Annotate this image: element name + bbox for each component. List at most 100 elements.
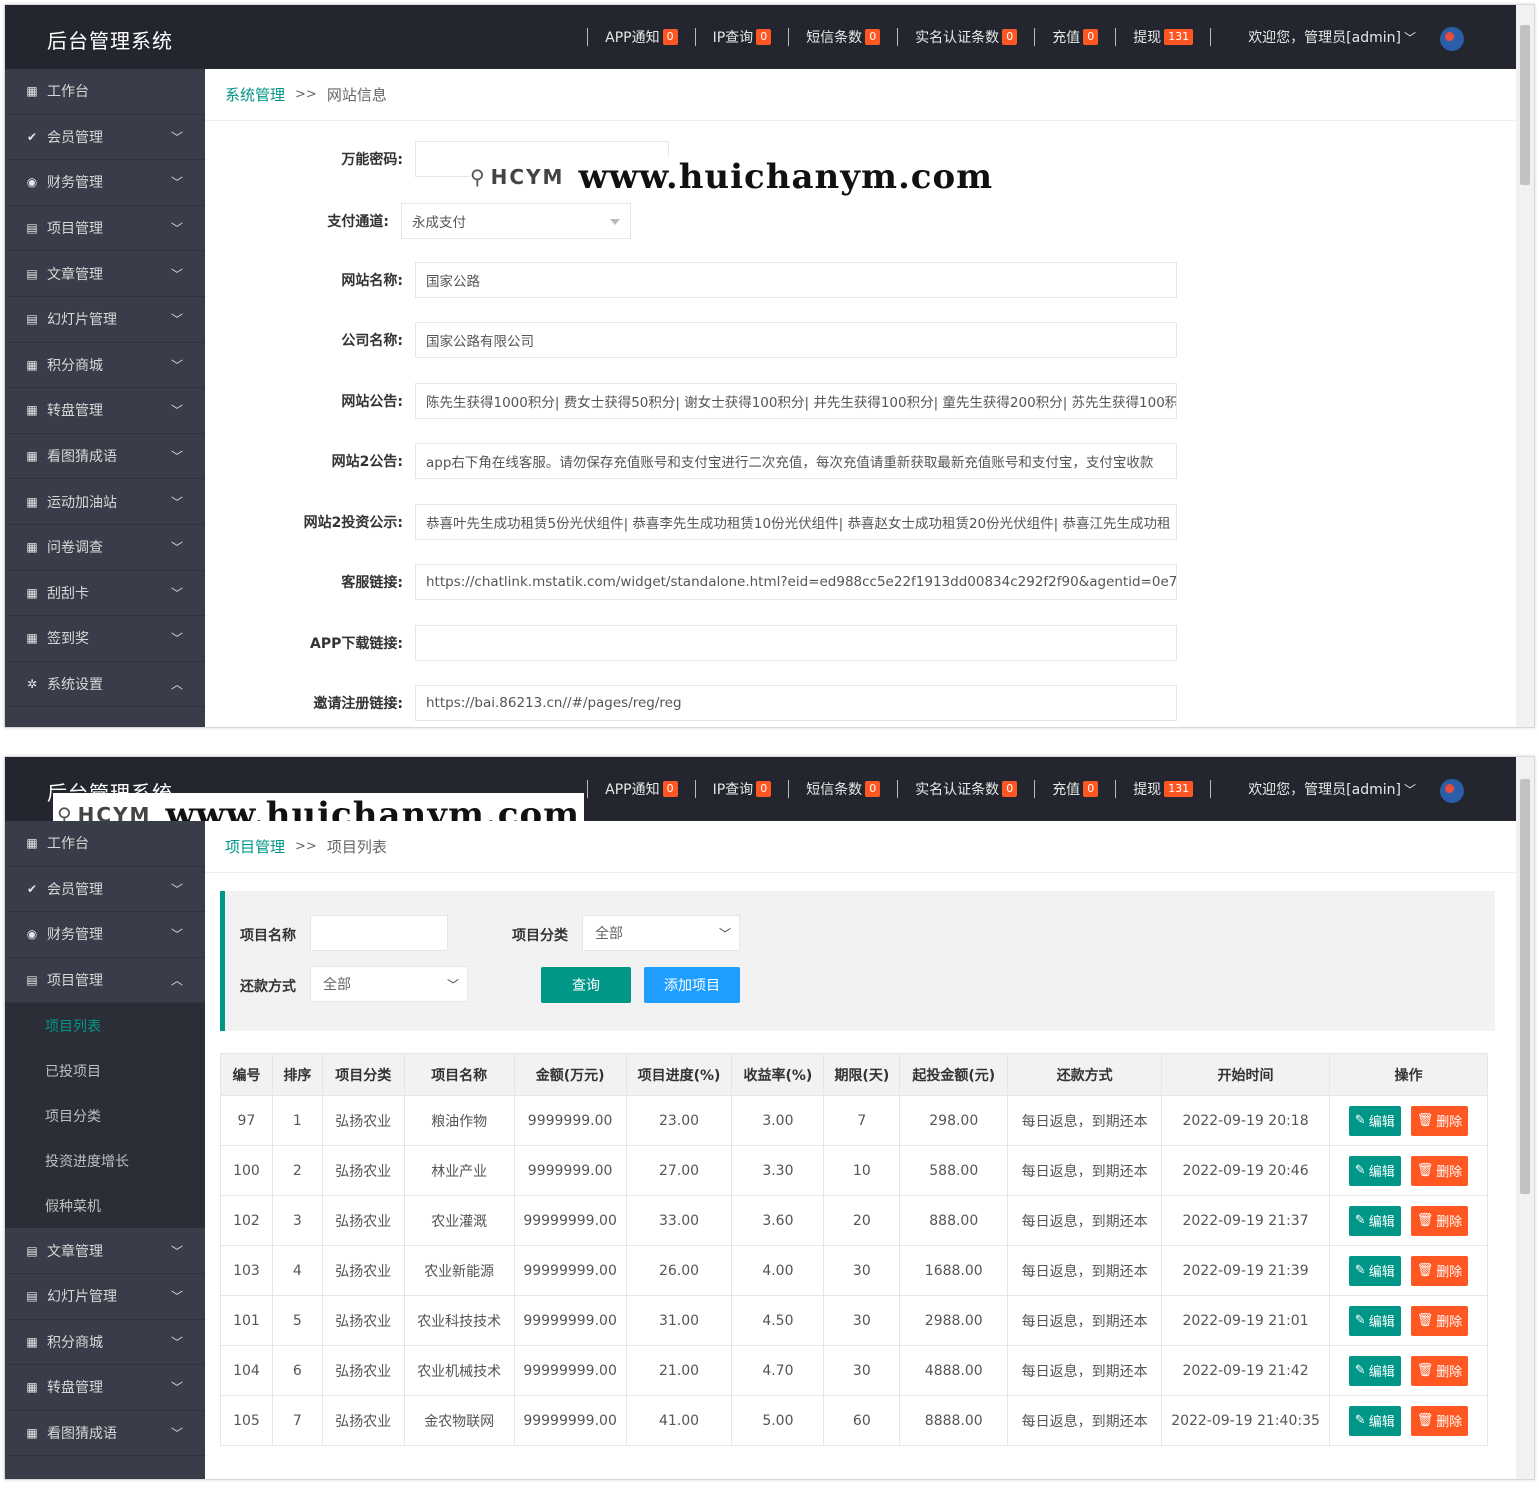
- invite-link-input[interactable]: https://bai.86213.cn//#/pages/reg/reg: [415, 685, 1177, 721]
- sidebar-item[interactable]: ▦ 工作台: [5, 821, 205, 867]
- col-amount[interactable]: 金额(万元): [513, 1053, 627, 1096]
- nav-app-notify[interactable]: APP通知 0: [605, 779, 678, 799]
- nav-ip-query[interactable]: IP查询 0: [713, 779, 772, 799]
- table-cell: 2022-09-19 21:37: [1161, 1195, 1331, 1246]
- sidebar-item[interactable]: ▦ 转盘管理 ﹀: [5, 1365, 205, 1411]
- project-category-select[interactable]: 全部 ﹀: [582, 915, 740, 951]
- edit-button[interactable]: ✎ 编辑: [1348, 1105, 1401, 1136]
- col-name[interactable]: 项目名称: [403, 1053, 515, 1096]
- chevron-down-icon: ﹀: [170, 449, 183, 464]
- sidebar-item[interactable]: ▤ 项目管理 ︿: [5, 958, 205, 1004]
- sidebar-item-label: 财务管理: [47, 175, 103, 192]
- col-sort[interactable]: 排序: [271, 1053, 323, 1096]
- nav-withdraw[interactable]: 提现 131: [1133, 27, 1194, 47]
- payment-channel-select[interactable]: 永成支付: [401, 203, 631, 239]
- sidebar-item[interactable]: ✲ 系统设置 ︿: [5, 662, 205, 708]
- delete-button[interactable]: 🗑 删除: [1410, 1205, 1469, 1236]
- trash-icon: 🗑: [1416, 1413, 1434, 1428]
- sidebar-item-label: 积分商城: [47, 1334, 103, 1351]
- breadcrumb-parent[interactable]: 系统管理: [225, 84, 285, 105]
- scrollbar[interactable]: [1516, 757, 1534, 1479]
- table-cell: 8888.00: [899, 1395, 1009, 1446]
- query-button[interactable]: 查询: [541, 967, 631, 1003]
- nav-realname-count[interactable]: 实名认证条数 0: [915, 779, 1018, 799]
- sidebar-item[interactable]: ▦ 积分商城 ﹀: [5, 343, 205, 389]
- avatar[interactable]: [1440, 27, 1464, 51]
- chevron-down-icon: ﹀: [170, 882, 183, 897]
- sidebar-item[interactable]: ▦ 运动加油站 ﹀: [5, 479, 205, 525]
- sidebar-item[interactable]: ✔ 会员管理 ﹀: [5, 867, 205, 913]
- col-progress[interactable]: 项目进度(%): [625, 1053, 733, 1096]
- delete-button[interactable]: 🗑 删除: [1410, 1405, 1469, 1436]
- count-badge: 0: [662, 29, 678, 45]
- col-repay[interactable]: 还款方式: [1007, 1053, 1163, 1096]
- sidebar-item-label: 幻灯片管理: [47, 1289, 117, 1306]
- edit-button[interactable]: ✎ 编辑: [1348, 1155, 1401, 1186]
- submenu-item[interactable]: 已投项目: [5, 1048, 205, 1093]
- table-cell: 农业科技技术: [403, 1295, 515, 1346]
- submenu-item[interactable]: 项目分类: [5, 1093, 205, 1138]
- edit-button[interactable]: ✎ 编辑: [1348, 1355, 1401, 1386]
- sidebar-item[interactable]: ▤ 项目管理 ﹀: [5, 206, 205, 252]
- sidebar-item[interactable]: ▦ 看图猜成语 ﹀: [5, 434, 205, 480]
- col-min-invest[interactable]: 起投金额(元): [899, 1053, 1009, 1096]
- col-term[interactable]: 期限(天): [823, 1053, 901, 1096]
- form-row-payment-channel: 支付通道: 永成支付: [205, 203, 631, 239]
- count-badge: 131: [1164, 29, 1194, 45]
- sidebar-item[interactable]: ✔ 会员管理 ﹀: [5, 115, 205, 161]
- nav-withdraw[interactable]: 提现 131: [1133, 779, 1194, 799]
- edit-button[interactable]: ✎ 编辑: [1348, 1255, 1401, 1286]
- delete-button[interactable]: 🗑 删除: [1410, 1155, 1469, 1186]
- edit-button[interactable]: ✎ 编辑: [1348, 1405, 1401, 1436]
- sidebar-item[interactable]: ◉ 财务管理 ﹀: [5, 912, 205, 958]
- nav-sms-count[interactable]: 短信条数 0: [806, 779, 881, 799]
- service-link-input[interactable]: https://chatlink.mstatik.com/widget/stan…: [415, 564, 1177, 600]
- scrollbar[interactable]: [1516, 5, 1534, 727]
- sidebar-item[interactable]: ▤ 文章管理 ﹀: [5, 1228, 205, 1274]
- avatar[interactable]: [1440, 779, 1464, 803]
- delete-button[interactable]: 🗑 删除: [1410, 1355, 1469, 1386]
- submenu-item[interactable]: 项目列表: [5, 1003, 205, 1048]
- sidebar-item[interactable]: ▦ 工作台: [5, 69, 205, 115]
- breadcrumb-parent[interactable]: 项目管理: [225, 836, 285, 857]
- submenu-item[interactable]: 投资进度增长: [5, 1138, 205, 1183]
- delete-button[interactable]: 🗑 删除: [1410, 1105, 1469, 1136]
- add-project-button[interactable]: 添加项目: [644, 967, 740, 1003]
- site-name-input[interactable]: 国家公路: [415, 262, 1177, 298]
- nav-realname-count[interactable]: 实名认证条数 0: [915, 27, 1018, 47]
- sidebar-item[interactable]: ▤ 文章管理 ﹀: [5, 251, 205, 297]
- sidebar-item[interactable]: ▦ 积分商城 ﹀: [5, 1320, 205, 1366]
- sidebar-item[interactable]: ▦ 看图猜成语 ﹀: [5, 1411, 205, 1457]
- user-menu[interactable]: 欢迎您，管理员[admin] ﹀: [1248, 27, 1416, 47]
- sidebar-item[interactable]: ◉ 财务管理 ﹀: [5, 160, 205, 206]
- col-id[interactable]: 编号: [220, 1053, 273, 1096]
- nav-recharge[interactable]: 充值 0: [1052, 27, 1099, 47]
- submenu-item[interactable]: 假种菜机: [5, 1183, 205, 1228]
- project-name-input[interactable]: [310, 915, 448, 951]
- sidebar-item[interactable]: ▦ 转盘管理 ﹀: [5, 388, 205, 434]
- col-category[interactable]: 项目分类: [321, 1053, 405, 1096]
- edit-button[interactable]: ✎ 编辑: [1348, 1205, 1401, 1236]
- app-download-input[interactable]: [415, 625, 1177, 661]
- site2-notice-input[interactable]: app右下角在线客服。请勿保存充值账号和支付宝进行二次充值，每次充值请重新获取最…: [415, 443, 1177, 479]
- nav-app-notify[interactable]: APP通知 0: [605, 27, 678, 47]
- nav-sms-count[interactable]: 短信条数 0: [806, 27, 881, 47]
- site2-invest-input[interactable]: 恭喜叶先生成功租赁5份光伏组件| 恭喜李先生成功租赁10份光伏组件| 恭喜赵女士…: [415, 504, 1177, 540]
- sidebar-item[interactable]: ▤ 幻灯片管理 ﹀: [5, 1274, 205, 1320]
- delete-button[interactable]: 🗑 删除: [1410, 1305, 1469, 1336]
- nav-ip-query[interactable]: IP查询 0: [713, 27, 772, 47]
- col-rate[interactable]: 收益率(%): [731, 1053, 825, 1096]
- nav-recharge[interactable]: 充值 0: [1052, 779, 1099, 799]
- col-start-time[interactable]: 开始时间: [1161, 1053, 1331, 1096]
- user-menu[interactable]: 欢迎您，管理员[admin] ﹀: [1248, 779, 1416, 799]
- sidebar-item[interactable]: ▦ 刮刮卡 ﹀: [5, 571, 205, 617]
- company-name-input[interactable]: 国家公路有限公司: [415, 322, 1177, 358]
- chevron-down-icon: [610, 219, 620, 225]
- sidebar-item[interactable]: ▤ 幻灯片管理 ﹀: [5, 297, 205, 343]
- site-notice-input[interactable]: 陈先生获得1000积分| 费女士获得50积分| 谢女士获得100积分| 井先生获…: [415, 383, 1177, 419]
- repay-method-select[interactable]: 全部 ﹀: [310, 966, 468, 1002]
- delete-button[interactable]: 🗑 删除: [1410, 1255, 1469, 1286]
- sidebar-item[interactable]: ▦ 签到奖 ﹀: [5, 616, 205, 662]
- edit-button[interactable]: ✎ 编辑: [1348, 1305, 1401, 1336]
- sidebar-item[interactable]: ▦ 问卷调查 ﹀: [5, 525, 205, 571]
